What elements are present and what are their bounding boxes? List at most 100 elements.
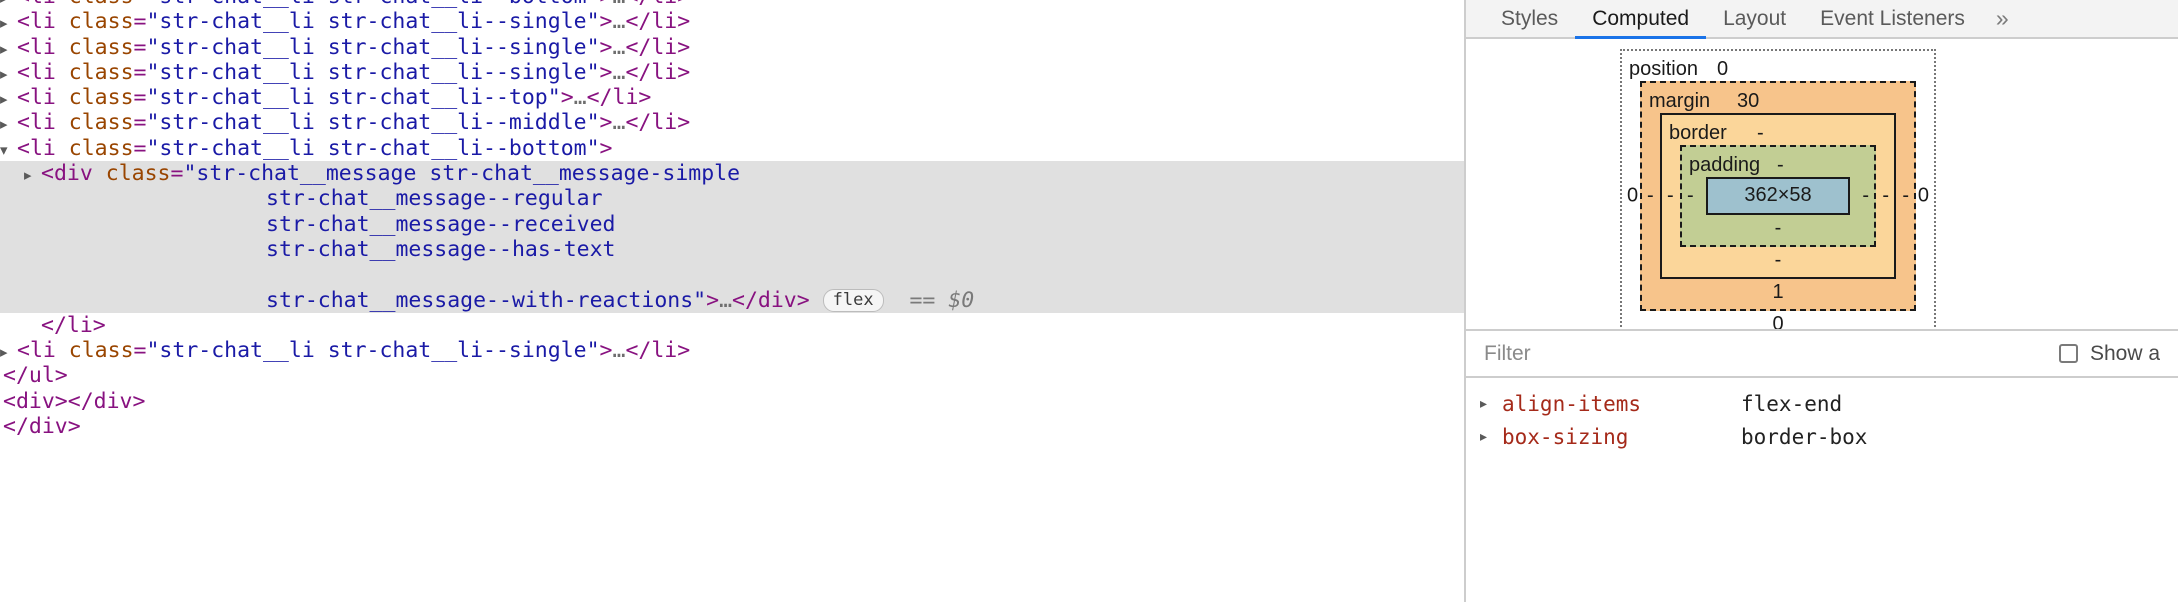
devtools-window: <li class="str-chat__li str-chat__li--bo… [0,0,2178,602]
selected-node-line[interactable]: str-chat__message--received [0,212,1464,237]
dom-tree-row[interactable]: <li class="str-chat__li str-chat__li--si… [0,9,1464,34]
token-punc: < [17,85,30,111]
token-aval: "str-chat__message str-chat__message-sim… [183,161,741,187]
box-model-content-box[interactable]: 362×58 [1706,177,1850,215]
token-tag: div [15,388,55,414]
box-model-diagram[interactable]: position 0 0 0 margin 30 - - border - - … [1620,49,1936,329]
dom-tree-row[interactable]: </li> [0,313,1464,338]
box-model-padding-top[interactable]: - [1777,154,1784,177]
box-model-border-top[interactable]: - [1757,122,1764,145]
checkbox-icon[interactable] [2058,344,2078,363]
dom-tree-row[interactable]: <li class="str-chat__li str-chat__li--si… [0,35,1464,60]
selected-node-line[interactable]: str-chat__message--regular [0,186,1464,211]
token-tag: li [651,0,677,9]
dom-tree-row[interactable]: <li class="str-chat__li str-chat__li--si… [0,338,1464,363]
dom-tree-panel[interactable]: <li class="str-chat__li str-chat__li--bo… [0,0,1464,602]
box-model-position-top[interactable]: 0 [1717,58,1728,81]
token-aval: str-chat__message--with-reactions" [266,287,707,313]
computed-property-row[interactable]: ▸ align-items flex-end [1466,387,2178,420]
token-punc: = [170,161,184,187]
box-model-position-left[interactable]: 0 [1627,185,1638,208]
box-model-border-left[interactable]: - [1667,185,1674,208]
token-tag: li [29,9,56,35]
box-model-padding-left[interactable]: - [1687,185,1694,208]
token-punc: = [133,135,147,161]
box-model-border-bottom[interactable]: - [1662,247,1894,277]
dom-tree-row[interactable]: </div> [0,414,1464,439]
chevron-right-icon[interactable] [0,62,17,87]
box-model-margin-bottom[interactable]: 1 [1642,279,1914,309]
box-model-position-bottom[interactable]: 0 [1622,311,1934,329]
selected-node-line[interactable] [0,262,1464,287]
token-punc: </ [41,312,67,338]
dom-tree-row[interactable]: <li class="str-chat__li str-chat__li--si… [0,60,1464,85]
dom-tree-row[interactable]: <li class="str-chat__li str-chat__li--bo… [0,136,1464,161]
token-aval: "str-chat__li str-chat__li--top" [146,85,561,111]
box-model-margin-top[interactable]: 30 [1737,90,1759,113]
box-model-position-right[interactable]: 0 [1918,185,1929,208]
dom-tree-row[interactable]: </ul> [0,363,1464,388]
chevron-right-icon[interactable]: ▸ [1480,396,1502,412]
selected-node-line[interactable]: str-chat__message--has-text [0,237,1464,262]
box-model-border-layer[interactable]: border - - - padding - - - 362×58 - - [1660,113,1896,279]
token-punc: > [677,34,691,60]
chevron-down-icon[interactable] [0,138,17,163]
property-name: align-items [1502,391,1642,416]
box-model-margin-layer[interactable]: margin 30 - - border - - - padding - - -… [1640,81,1916,311]
dom-tree-lines: <li class="str-chat__li str-chat__li--bo… [0,0,1464,439]
selected-node-line[interactable]: str-chat__message--with-reactions">…</di… [0,288,1464,313]
dom-tree-row[interactable]: <li class="str-chat__li str-chat__li--to… [0,85,1464,110]
styles-sidebar: Styles Computed Layout Event Listeners» pos… [1464,0,2178,602]
box-model-margin-right[interactable]: - [1902,185,1909,208]
token-aval: "str-chat__li str-chat__li--bottom" [146,0,599,9]
computed-property-row[interactable]: ▸ box-sizing border-box [1466,420,2178,453]
token-aval: "str-chat__li str-chat__li--middle" [146,110,600,136]
dom-tree-row[interactable]: <li class="str-chat__li str-chat__li--bo… [0,0,1464,9]
more-tabs-icon[interactable]: » [1982,0,2023,37]
token-punc: > [677,9,691,35]
token-tag: li [651,110,678,136]
token-tag: div [28,414,68,440]
box-model-padding-layer[interactable]: padding - - - 362×58 - [1680,145,1876,247]
display-type-badge[interactable]: flex [822,288,884,312]
token-punc: = [133,85,147,111]
chevron-right-icon[interactable] [0,112,17,137]
token-tag: div [53,161,93,187]
token-punc: > [67,414,81,440]
show-all-toggle[interactable]: Show a [2058,341,2160,366]
selected-dom-node[interactable]: <div class="str-chat__message str-chat__… [0,161,1464,313]
tab-event-listeners[interactable]: Event Listeners [1803,0,1982,37]
chevron-right-icon[interactable] [24,163,41,188]
box-model-padding-right[interactable]: - [1862,185,1869,208]
box-model-margin-left[interactable]: - [1647,185,1654,208]
selected-node-line[interactable]: <div class="str-chat__message str-chat__… [0,161,1464,186]
chevron-right-icon[interactable] [0,340,17,365]
chevron-right-icon[interactable]: ▸ [1480,429,1502,445]
token-tag: li [29,85,56,111]
token-attr: class [68,338,134,364]
box-model-border-right[interactable]: - [1882,185,1889,208]
box-model-padding-bottom[interactable]: - [1682,215,1874,245]
box-model-padding-header: padding - [1682,154,1874,177]
tab-styles[interactable]: Styles [1484,0,1575,37]
token-punc: < [17,110,30,136]
token-punc: = [133,110,147,136]
show-all-label: Show a [2089,341,2160,365]
dom-tree-row[interactable]: <li class="str-chat__li str-chat__li--mi… [0,110,1464,135]
dom-tree-row[interactable]: <div></div> [0,389,1464,414]
tab-layout[interactable]: Layout [1706,0,1803,37]
tab-computed[interactable]: Computed [1575,0,1706,39]
token-punc: = [133,34,147,60]
chevron-right-icon[interactable] [0,37,17,62]
token-punc: </ [586,85,613,111]
token-ellip: … [612,34,626,60]
token-punc: > [677,0,690,9]
token-punc: > [599,110,613,136]
chevron-right-icon[interactable] [0,87,17,112]
token-attr: class [68,135,134,161]
filter-input[interactable] [1484,341,2059,366]
chevron-right-icon[interactable] [0,11,17,36]
box-model-position-layer[interactable]: position 0 0 0 margin 30 - - border - - … [1620,49,1936,329]
